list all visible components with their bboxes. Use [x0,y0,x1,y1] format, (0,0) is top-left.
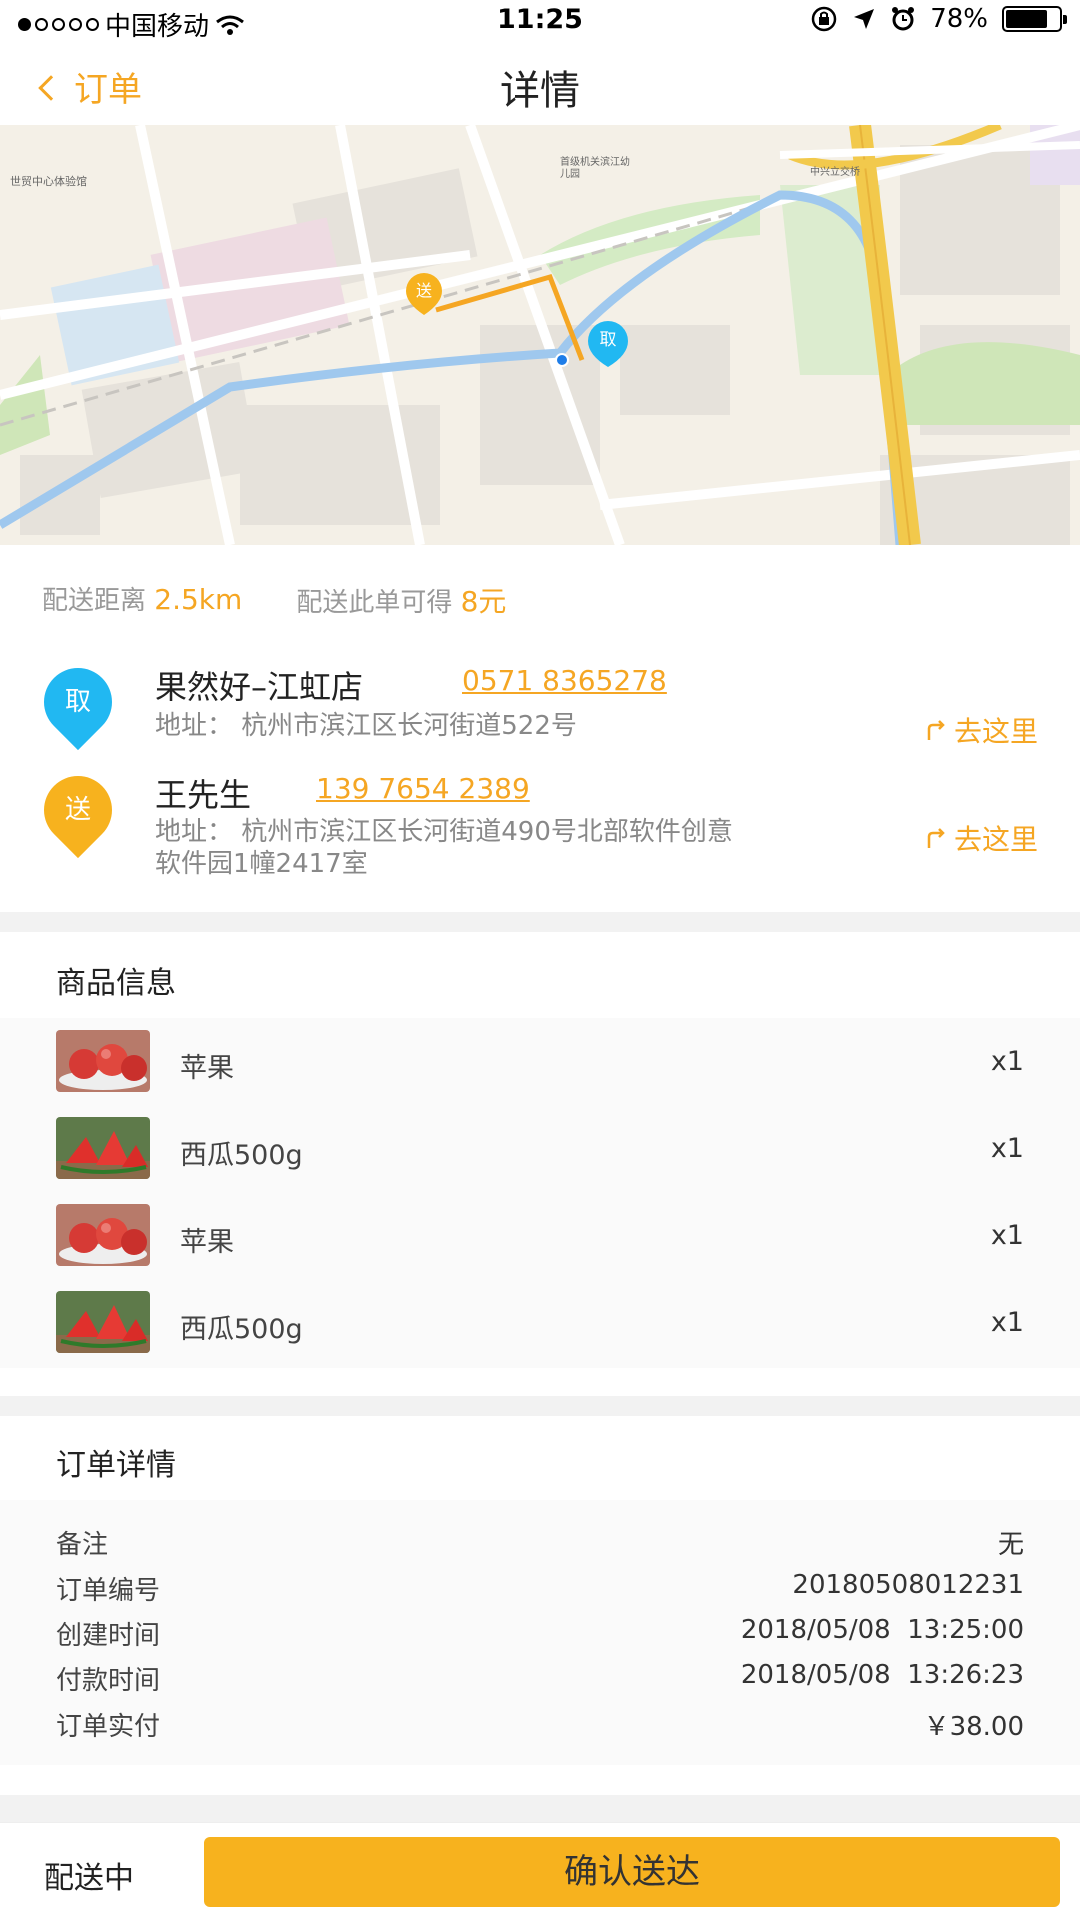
earnings-label: 配送此单可得 [296,588,453,618]
detail-value: 2018/05/08 13:25:00 [740,1615,1024,1645]
bottom-action-bar: 配送中 确认送达 [0,1822,1080,1920]
goods-item-name: 苹果 [180,1053,234,1084]
dropoff-map-marker-label: 送 [415,281,432,300]
goods-item-qty: x1 [990,1133,1024,1164]
dropoff-pin-label: 送 [64,795,91,825]
goods-item: 苹果 x1 [0,1204,1080,1274]
goods-section-title: 商品信息 [56,966,176,1001]
location-arrow-icon [854,9,875,29]
turn-right-arrow-icon [927,828,945,848]
goods-item-qty: x1 [990,1307,1024,1338]
pickup-phone-link[interactable]: 0571 8365278 [462,664,667,697]
apple-thumbnail [56,1204,150,1266]
earnings-value: 8元 [460,585,507,618]
status-bar: 中国移动 11:25 78% [0,0,1080,42]
detail-value: ￥38.00 [923,1712,1024,1742]
goods-item-name: 苹果 [180,1227,234,1258]
detail-value: 无 [997,1530,1024,1560]
pickup-store-name: 果然好–江虹店 [155,668,364,706]
detail-value: 2018/05/08 13:26:23 [740,1660,1024,1690]
distance-value: 2.5km [154,583,243,616]
delivery-status: 配送中 [44,1861,134,1896]
dropoff-navigate-label: 去这里 [953,823,1038,856]
detail-value: 20180508012231 [792,1570,1024,1600]
navigation-bar: 订单 详情 [0,40,1080,125]
rotation-lock-icon [811,6,837,32]
alarm-icon [892,7,915,31]
pickup-pin-label: 取 [64,687,91,717]
map-canvas [0,125,1080,545]
goods-item: 西瓜500g x1 [0,1291,1080,1361]
goods-list: 苹果 x1 西瓜500g x1 苹果 x1 西瓜500g x1 [0,1018,1080,1368]
recipient-name: 王先生 [155,776,252,814]
poi-label: 世贸中心体验馆 [10,175,87,188]
route-map[interactable]: 送 取 世贸中心体验馆 首级机关滨江幼儿园 中兴立交桥 [0,125,1080,545]
goods-item: 西瓜500g x1 [0,1117,1080,1187]
earnings-info: 配送此单可得 8元 [296,580,506,620]
recipient-phone-link[interactable]: 139 7654 2389 [316,772,530,805]
page-title: 详情 [500,68,580,114]
delivery-summary: 配送距离 2.5km 配送此单可得 8元 [42,580,506,620]
dropoff-info: 送 王先生 139 7654 2389 地址： 杭州市滨江区长河街道490号北部… [0,761,1080,898]
goods-item-name: 西瓜500g [180,1140,303,1171]
pickup-navigate-button[interactable]: 去这里 [924,710,1038,750]
goods-item-qty: x1 [990,1220,1024,1251]
divider [0,1396,1080,1416]
pickup-navigate-label: 去这里 [953,715,1038,748]
goods-item: 苹果 x1 [0,1030,1080,1100]
distance-label: 配送距离 [42,586,147,616]
turn-right-arrow-icon [927,720,945,740]
detail-label: 订单编号 [56,1576,161,1606]
detail-label: 付款时间 [56,1666,161,1696]
distance-info: 配送距离 2.5km [42,580,242,620]
goods-item-name: 西瓜500g [180,1314,303,1345]
watermelon-thumbnail [56,1291,150,1353]
apple-thumbnail [56,1030,150,1092]
goods-item-qty: x1 [990,1046,1024,1077]
pickup-info: 取 果然好–江虹店 0571 8365278 地址： 杭州市滨江区长河街道522… [0,653,1080,760]
divider [0,1795,1080,1822]
dropoff-address: 地址： 杭州市滨江区长河街道490号北部软件创意软件园1幢2417室 [155,817,733,879]
dropoff-pin-icon: 送 [29,761,127,859]
detail-label: 创建时间 [56,1621,161,1651]
battery-icon [1002,6,1067,32]
pickup-pin-icon: 取 [29,653,127,751]
detail-label: 订单实付 [56,1712,161,1742]
battery-percent: 78% [930,4,988,34]
divider [0,912,1080,932]
detail-label: 备注 [56,1530,109,1560]
watermelon-thumbnail [56,1117,150,1179]
poi-label: 中兴立交桥 [810,167,860,178]
order-details-title: 订单详情 [56,1448,176,1483]
order-details-list: 备注 无 订单编号 20180508012231 创建时间 2018/05/08… [0,1500,1080,1765]
confirm-delivery-button[interactable]: 确认送达 [204,1837,1060,1907]
dropoff-navigate-button[interactable]: 去这里 [924,818,1038,858]
pickup-address: 地址： 杭州市滨江区长河街道522号 [155,711,577,741]
pickup-map-marker-label: 取 [599,330,617,350]
poi-label: 首级机关滨江幼儿园 [560,157,630,180]
